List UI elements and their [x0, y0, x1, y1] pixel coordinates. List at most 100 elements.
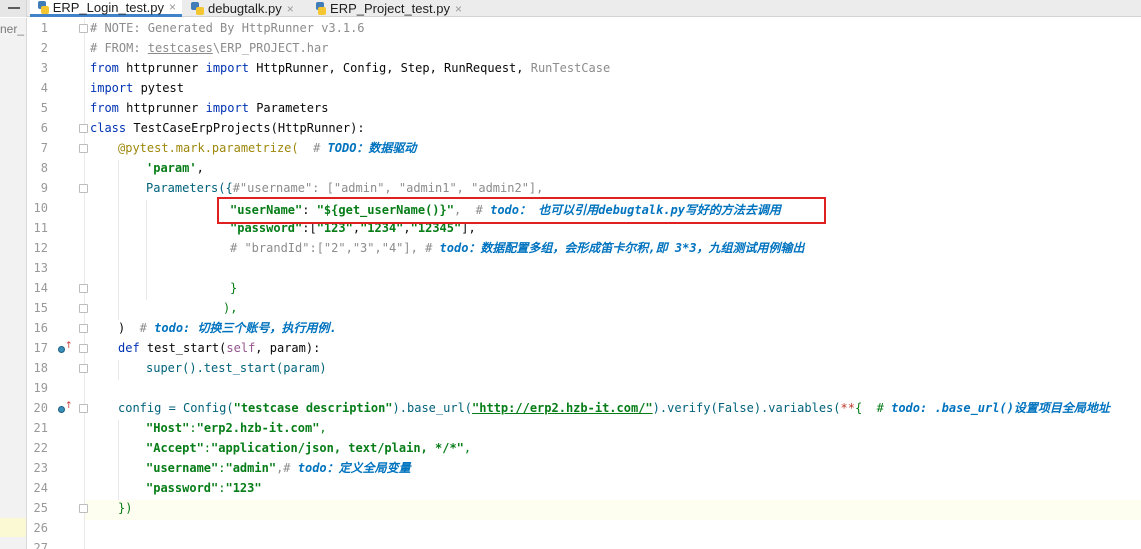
line-number: 17 — [33, 341, 48, 355]
fold-marker[interactable] — [79, 344, 88, 353]
code-line-12[interactable]: # "brandId":["2","3","4"], # todo：数据配置多组… — [230, 238, 805, 258]
string: "Accept" — [146, 441, 204, 455]
line-number: 10 — [33, 201, 48, 215]
self-param: self — [226, 341, 256, 355]
todo-comment: todo：数据配置多组，会形成笛卡尔积,即 3*3，九组测试用例输出 — [439, 241, 805, 255]
code-text: , param): — [255, 341, 321, 355]
fold-marker[interactable] — [79, 24, 88, 33]
comment-link: testcases — [147, 41, 213, 55]
tab-erp-project-test[interactable]: ERP_Project_test.py × — [308, 0, 468, 17]
code-line-1[interactable]: # NOTE: Generated By HttpRunner v3.1.6 — [90, 18, 365, 38]
close-icon[interactable]: × — [169, 0, 176, 14]
line-number: 4 — [40, 81, 48, 95]
keyword: import — [90, 81, 134, 95]
current-line-highlight — [85, 500, 1141, 520]
code-line-17[interactable]: def test_start(self, param): — [118, 338, 320, 358]
keyword: import — [205, 61, 249, 75]
string: "username" — [146, 461, 219, 475]
code-line-5[interactable]: from httprunner import Parameters — [90, 98, 328, 118]
code-line-8[interactable]: 'param', — [146, 158, 204, 178]
code-line-9[interactable]: Parameters({#"username": ["admin", "admi… — [146, 178, 543, 198]
code-text: config = Config( — [118, 401, 234, 415]
fold-marker[interactable] — [79, 304, 88, 313]
python-file-icon — [38, 0, 49, 14]
fold-marker[interactable] — [79, 364, 88, 373]
indent-guide — [118, 160, 119, 320]
indent-guide — [118, 360, 119, 380]
code-text: ), — [223, 301, 238, 315]
code-text: , — [196, 161, 204, 175]
code-text: httprunner — [118, 101, 206, 115]
python-file-icon — [316, 2, 327, 15]
fold-marker[interactable] — [79, 324, 88, 333]
code-line-21[interactable]: "Host":"erp2.hzb-it.com", — [146, 418, 327, 438]
line-number: 14 — [33, 281, 48, 295]
fold-marker[interactable] — [79, 284, 88, 293]
code-line-25[interactable]: }) — [118, 498, 132, 518]
code-line-24[interactable]: "password":"123" — [146, 478, 262, 498]
comment: \ERP_PROJECT.har — [212, 41, 329, 55]
line-number: 12 — [33, 241, 48, 255]
close-icon[interactable]: × — [455, 2, 462, 16]
fold-marker[interactable] — [79, 144, 88, 153]
line-number: 2 — [40, 41, 48, 55]
url-string[interactable]: "http://erp2.hzb-it.com/" — [472, 401, 653, 415]
line-number: 26 — [33, 521, 48, 535]
unused-import: RunTestCase — [530, 61, 611, 75]
close-icon[interactable]: × — [287, 2, 294, 16]
override-method-icon[interactable]: ↑ — [58, 341, 73, 355]
annotation-highlight-box — [217, 197, 826, 224]
line-number: 7 — [40, 141, 48, 155]
line-number: 1 — [40, 21, 48, 35]
code-line-7[interactable]: @pytest.mark.parametrize( # TODO：数据驱动 — [118, 138, 416, 158]
code-line-4[interactable]: import pytest — [90, 78, 184, 98]
python-file-icon — [191, 2, 204, 15]
code-line-2[interactable]: # FROM: testcases\ERP_PROJECT.har — [90, 38, 328, 58]
editor-tab-bar: ERP_Login_test.py × debugtalk.py × ERP_P… — [0, 0, 1141, 17]
project-panel-strip[interactable]: ner_ — [0, 18, 27, 549]
comment: # NOTE: Generated By HttpRunner v3.1.6 — [90, 21, 365, 35]
code-line-15[interactable]: ), — [223, 298, 237, 318]
line-number: 15 — [33, 301, 48, 315]
keyword: def — [118, 341, 140, 355]
code-text: TestCaseErpProjects(HttpRunner): — [126, 121, 365, 135]
tab-label: ERP_Project_test.py — [330, 1, 450, 16]
comment: # "brandId":["2","3","4"], # — [230, 241, 440, 255]
fold-marker[interactable] — [79, 184, 88, 193]
code-text: { # — [854, 401, 892, 415]
code-text: , — [319, 421, 327, 435]
line-number: 5 — [40, 101, 48, 115]
code-line-22[interactable]: "Accept":"application/json, text/plain, … — [146, 438, 471, 458]
code-text: Parameters({ — [146, 181, 233, 195]
code-text: test_start( — [139, 341, 227, 355]
code-line-3[interactable]: from httprunner import HttpRunner, Confi… — [90, 58, 610, 78]
line-number: 23 — [33, 461, 48, 475]
code-text: , — [463, 441, 472, 455]
tab-erp-login-test[interactable]: ERP_Login_test.py × — [30, 0, 182, 17]
code-line-20[interactable]: config = Config("testcase description").… — [118, 398, 1110, 418]
operator: ** — [840, 401, 855, 415]
fold-marker[interactable] — [79, 124, 88, 133]
fold-marker[interactable] — [79, 404, 88, 413]
code-text: : — [189, 421, 197, 435]
todo-comment: todo: .base_url()设置项目全局地址 — [891, 401, 1110, 415]
todo-comment: todo：定义全局变量 — [297, 461, 411, 475]
code-line-6[interactable]: class TestCaseErpProjects(HttpRunner): — [90, 118, 365, 138]
code-line-23[interactable]: "username":"admin",# todo：定义全局变量 — [146, 458, 411, 478]
override-method-icon[interactable]: ↑ — [58, 401, 73, 415]
line-number: 16 — [33, 321, 48, 335]
line-number: 11 — [33, 221, 48, 235]
todo-comment: TODO：数据驱动 — [327, 141, 417, 155]
code-line-16[interactable]: ) # todo: 切换三个账号，执行用例. — [118, 318, 337, 338]
fold-marker[interactable] — [79, 504, 88, 513]
code-text: }) — [118, 501, 133, 515]
code-line-14[interactable]: } — [230, 278, 237, 298]
line-number: 19 — [33, 381, 48, 395]
string: "Host" — [146, 421, 190, 435]
line-number: 18 — [33, 361, 48, 375]
code-line-18[interactable]: super().test_start(param) — [146, 358, 327, 378]
tab-debugtalk[interactable]: debugtalk.py × — [183, 0, 306, 17]
string: "123" — [225, 481, 262, 495]
collapse-icon[interactable] — [8, 7, 20, 9]
indent-guide — [118, 420, 119, 500]
